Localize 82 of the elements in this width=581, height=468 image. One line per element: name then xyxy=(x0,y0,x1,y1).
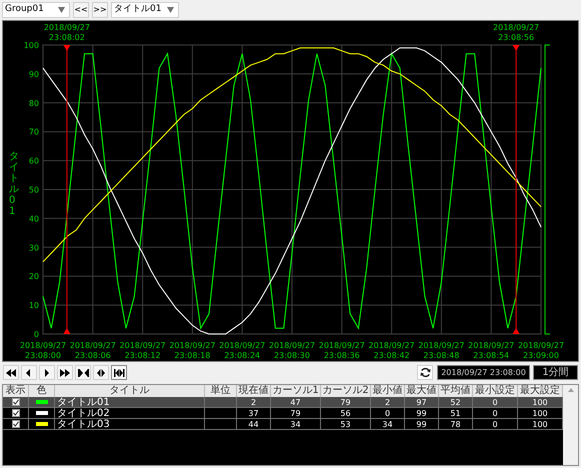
x-tick-label: 2018/09/27 23:09:00 xyxy=(518,341,564,360)
datetime-field[interactable]: 2018/09/27 23:08:00 xyxy=(437,365,530,380)
fit-range-icon xyxy=(113,368,125,378)
caret-icon xyxy=(58,7,65,13)
x-tick-label: 2018/09/27 23:08:48 xyxy=(418,341,464,360)
table-row[interactable]: タイトル03 44 34 53 34 99 78 0 100 xyxy=(3,419,563,430)
table-cell: 2 xyxy=(250,396,256,408)
table-cell: 51 xyxy=(450,408,461,418)
table-row[interactable]: タイトル02 37 79 56 0 99 51 0 100 xyxy=(3,408,563,419)
y-tick-label: 50 xyxy=(28,186,39,194)
refresh-button[interactable] xyxy=(417,365,433,380)
refresh-icon xyxy=(420,367,430,378)
table-cell: 0 xyxy=(492,408,498,418)
table-cell: 52 xyxy=(450,396,461,408)
y-tick-label: 40 xyxy=(28,214,39,224)
table-cell: 100 xyxy=(532,396,548,408)
checkbox[interactable] xyxy=(12,420,20,428)
navigation-button[interactable] xyxy=(21,365,37,380)
time-span-field[interactable]: 1分間 xyxy=(533,365,578,380)
table-cell: 78 xyxy=(450,418,461,430)
x-tick-label: 2018/09/27 23:08:24 xyxy=(219,341,266,360)
table-cell: 47 xyxy=(290,396,301,408)
x-tick-label: 2018/09/27 23:08:12 xyxy=(120,341,166,360)
y-tick-label: 20 xyxy=(28,272,39,282)
checkbox[interactable] xyxy=(12,409,20,417)
table-cell: 79 xyxy=(340,396,351,408)
table-cell: 97 xyxy=(416,396,427,408)
table-row[interactable]: タイトル01 2 47 79 2 97 52 0 100 xyxy=(3,397,563,408)
y-tick-label: 10 xyxy=(28,301,39,310)
x-tick-label: 2018/09/27 23:08:36 xyxy=(318,341,365,360)
previous-group-button[interactable]: << xyxy=(73,2,89,18)
table-cell: 2 xyxy=(384,396,390,408)
caret-icon xyxy=(167,7,174,13)
x-tick-label: 2018/09/27 23:08:18 xyxy=(169,341,216,360)
navigation-button[interactable] xyxy=(3,365,19,380)
table-cell: 0 xyxy=(492,418,498,430)
cursor-time-label: 2018/09/27 23:08:02 xyxy=(44,23,90,42)
navigation-button[interactable] xyxy=(57,365,73,380)
table-cell: タイトル02 xyxy=(57,408,110,418)
x-tick-label: 2018/09/27 23:08:30 xyxy=(268,341,316,360)
table-cell: 0 xyxy=(492,396,498,408)
table-cell: 44 xyxy=(248,418,259,430)
table-cell: 99 xyxy=(416,418,427,430)
widen-icon xyxy=(95,368,107,378)
fast-forward-icon xyxy=(59,368,71,378)
table-cell: タイトル01 xyxy=(57,396,110,408)
next-group-button[interactable]: >> xyxy=(92,2,108,18)
table-cell: 34 xyxy=(382,418,393,430)
navigation-button[interactable] xyxy=(39,365,55,380)
table-cell: 100 xyxy=(532,418,548,430)
dropdown[interactable]: タイトル01 xyxy=(111,2,179,18)
y-tick-label: 80 xyxy=(28,98,39,108)
y-axis-label: タイトル01 xyxy=(9,151,19,217)
y-tick-label: 30 xyxy=(28,243,39,252)
checkbox[interactable] xyxy=(12,398,20,406)
dropdown[interactable]: Group01 xyxy=(2,2,70,18)
x-tick-label: 2018/09/27 23:08:42 xyxy=(368,341,415,360)
narrow-icon xyxy=(77,368,89,378)
table-cell: 0 xyxy=(384,408,390,418)
table-cell: タイトル03 xyxy=(57,418,110,430)
x-tick-label: 2018/09/27 23:08:54 xyxy=(468,341,514,360)
cursor-marker[interactable] xyxy=(512,44,520,334)
navigation-button[interactable] xyxy=(75,365,91,380)
cursor-time-label: 2018/09/27 23:08:56 xyxy=(493,23,540,42)
table-cell: 37 xyxy=(248,408,259,418)
y-tick-label: 70 xyxy=(28,128,39,137)
navigation-button[interactable] xyxy=(93,365,109,380)
table-cell: 34 xyxy=(290,418,301,430)
x-tick-label: 2018/09/27 23:08:00 xyxy=(20,341,66,360)
x-tick-label: 2018/09/27 23:08:06 xyxy=(70,341,116,360)
y-tick-label: 100 xyxy=(24,41,39,50)
y-tick-label: 0 xyxy=(34,330,39,339)
navigation-button[interactable] xyxy=(111,365,127,380)
table-cell: 56 xyxy=(340,408,351,418)
table-cell: 53 xyxy=(340,418,351,430)
cursor-marker[interactable] xyxy=(63,44,70,334)
table-cell: 99 xyxy=(416,408,427,418)
y-tick-label: 60 xyxy=(28,156,39,166)
rewind-icon xyxy=(5,368,17,378)
table-cell: 79 xyxy=(290,408,301,418)
table-cell: 100 xyxy=(532,408,548,418)
y-tick-label: 90 xyxy=(28,70,39,79)
